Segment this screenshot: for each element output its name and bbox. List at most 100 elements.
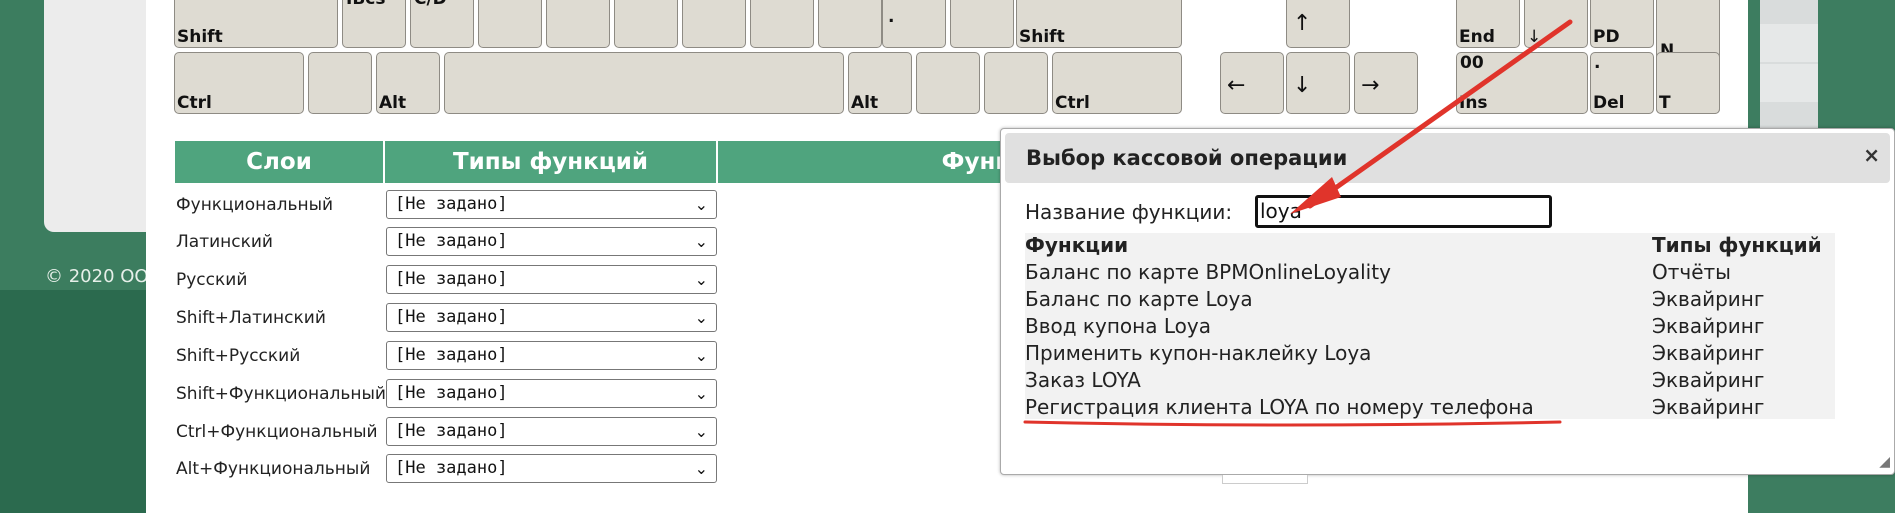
key-blank[interactable] xyxy=(750,0,814,48)
function-name-label: Название функции: xyxy=(1025,200,1233,224)
key-label: Shift xyxy=(177,27,223,47)
layer-label: Латинский xyxy=(176,232,273,252)
function-type-select[interactable]: [Не задано] ⌄ xyxy=(386,265,717,294)
results-header: Функции Типы функций xyxy=(1025,233,1835,260)
key-space[interactable] xyxy=(444,52,844,114)
chevron-down-icon: ⌄ xyxy=(694,384,708,403)
result-function-type: Эквайринг xyxy=(1652,314,1765,338)
layer-label: Функциональный xyxy=(176,195,334,215)
function-type-select[interactable]: [Не задано] ⌄ xyxy=(386,303,717,332)
layer-label: Shift+Функциональный xyxy=(176,384,386,404)
arrow-down-icon: ↓ xyxy=(1293,73,1312,98)
key-blank[interactable] xyxy=(614,0,678,48)
chevron-down-icon: ⌄ xyxy=(694,195,708,214)
key-blank[interactable] xyxy=(546,0,610,48)
key-shift-right[interactable]: Shift xyxy=(1016,0,1182,48)
key-arrow-down[interactable]: ↓ xyxy=(1286,52,1350,114)
result-function-type: Эквайринг xyxy=(1652,395,1765,419)
result-row[interactable]: Ввод купона Loya Эквайринг xyxy=(1025,314,1835,341)
key-numpad-down[interactable]: ↓ xyxy=(1524,0,1588,48)
result-row[interactable]: Регистрация клиента LOYA по номеру телеф… xyxy=(1025,395,1835,422)
key-blank[interactable] xyxy=(818,0,882,48)
function-type-select[interactable]: [Не задано] ⌄ xyxy=(386,417,717,446)
function-type-select[interactable]: [Не задано] ⌄ xyxy=(386,190,717,219)
key-numpad-end[interactable]: End xyxy=(1456,0,1520,48)
layer-label: Shift+Латинский xyxy=(176,308,326,328)
function-name-input[interactable]: loya xyxy=(1255,195,1552,228)
arrow-left-icon: ← xyxy=(1227,73,1246,98)
key-alt-right[interactable]: Alt xyxy=(848,52,912,114)
resize-handle-icon[interactable]: ◢ xyxy=(1879,454,1890,470)
result-function-name: Ввод купона Loya xyxy=(1025,314,1211,338)
dialog-title: Выбор кассовой операции xyxy=(1005,133,1890,183)
chevron-down-icon: ⌄ xyxy=(694,346,708,365)
results-table: Функции Типы функций Баланс по карте BPM… xyxy=(1025,233,1835,419)
result-function-type: Эквайринг xyxy=(1652,341,1765,365)
result-row[interactable]: Баланс по карте Loya Эквайринг xyxy=(1025,287,1835,314)
cash-operation-dialog: Выбор кассовой операции × Название функц… xyxy=(1000,128,1895,475)
key-numpad-pd[interactable]: PD xyxy=(1590,0,1654,48)
key-label: End xyxy=(1459,27,1495,47)
result-row[interactable]: Баланс по карте BPMOnlineLoyality Отчёты xyxy=(1025,260,1835,287)
key-alt-left[interactable]: Alt xyxy=(376,52,440,114)
key-label: Ctrl xyxy=(177,93,212,113)
select-value: [Не задано] xyxy=(395,307,508,327)
function-type-select[interactable]: [Не задано] ⌄ xyxy=(386,454,717,483)
layer-label: Alt+Функциональный xyxy=(176,459,371,479)
key-ibcs[interactable]: IBcs xyxy=(342,0,406,48)
result-function-name: Заказ LOYA xyxy=(1025,368,1141,392)
key-shift-left[interactable]: Shift xyxy=(174,0,338,48)
key-ctrl-right[interactable]: Ctrl xyxy=(1052,52,1182,114)
hidden-button-stub xyxy=(1222,475,1308,484)
col-types: Типы функций xyxy=(1652,233,1822,257)
chevron-down-icon: ⌄ xyxy=(694,232,708,251)
key-label: C/D xyxy=(414,0,447,9)
arrow-down-icon: ↓ xyxy=(1527,27,1542,47)
key-blank[interactable] xyxy=(478,0,542,48)
key-label: . xyxy=(888,7,895,27)
result-function-name: Баланс по карте Loya xyxy=(1025,287,1253,311)
result-function-type: Отчёты xyxy=(1652,260,1731,284)
select-value: [Не задано] xyxy=(395,458,508,478)
function-type-select[interactable]: [Не задано] ⌄ xyxy=(386,341,717,370)
result-row[interactable]: Применить купон-наклейку Loya Эквайринг xyxy=(1025,341,1835,368)
key-ctrl-left[interactable]: Ctrl xyxy=(174,52,304,114)
result-function-type: Эквайринг xyxy=(1652,368,1765,392)
key-numpad-del[interactable]: . Del xyxy=(1590,52,1654,114)
header-layers: Слои xyxy=(175,141,385,183)
key-numpad-ins[interactable]: 00 Ins xyxy=(1456,52,1588,114)
key-arrow-right[interactable]: → xyxy=(1354,52,1418,114)
key-blank[interactable] xyxy=(682,0,746,48)
key-dot[interactable]: . xyxy=(882,0,946,48)
key-label: T xyxy=(1659,93,1671,113)
select-value: [Не задано] xyxy=(395,421,508,441)
key-label: PD xyxy=(1593,27,1620,47)
chevron-down-icon: ⌄ xyxy=(694,422,708,441)
right-panel xyxy=(1760,0,1818,140)
select-value: [Не задано] xyxy=(395,383,508,403)
select-value: [Не задано] xyxy=(395,231,508,251)
key-cd[interactable]: C/D xyxy=(410,0,474,48)
key-arrow-left[interactable]: ← xyxy=(1220,52,1284,114)
header-function-types: Типы функций xyxy=(385,141,718,183)
header-functions: Функц xyxy=(718,141,1028,183)
key-label: IBcs xyxy=(346,0,385,9)
function-type-select[interactable]: [Не задано] ⌄ xyxy=(386,227,717,256)
layer-label: Ctrl+Функциональный xyxy=(176,422,378,442)
key-label: 00 xyxy=(1460,53,1484,73)
key-blank[interactable] xyxy=(916,52,980,114)
function-type-select[interactable]: [Не задано] ⌄ xyxy=(386,379,717,408)
key-label: Del xyxy=(1593,93,1625,113)
key-win[interactable] xyxy=(308,52,372,114)
close-icon[interactable]: × xyxy=(1863,143,1880,167)
key-label: Shift xyxy=(1019,27,1065,47)
key-numpad-t[interactable]: T xyxy=(1656,52,1720,114)
key-blank[interactable] xyxy=(984,52,1048,114)
col-functions: Функции xyxy=(1025,233,1129,257)
key-label: Alt xyxy=(851,93,879,113)
key-blank[interactable] xyxy=(950,0,1014,48)
result-row[interactable]: Заказ LOYA Эквайринг xyxy=(1025,368,1835,395)
key-arrow-up[interactable]: ↑ xyxy=(1286,0,1350,48)
arrow-right-icon: → xyxy=(1361,73,1380,98)
key-label: Alt xyxy=(379,93,407,113)
